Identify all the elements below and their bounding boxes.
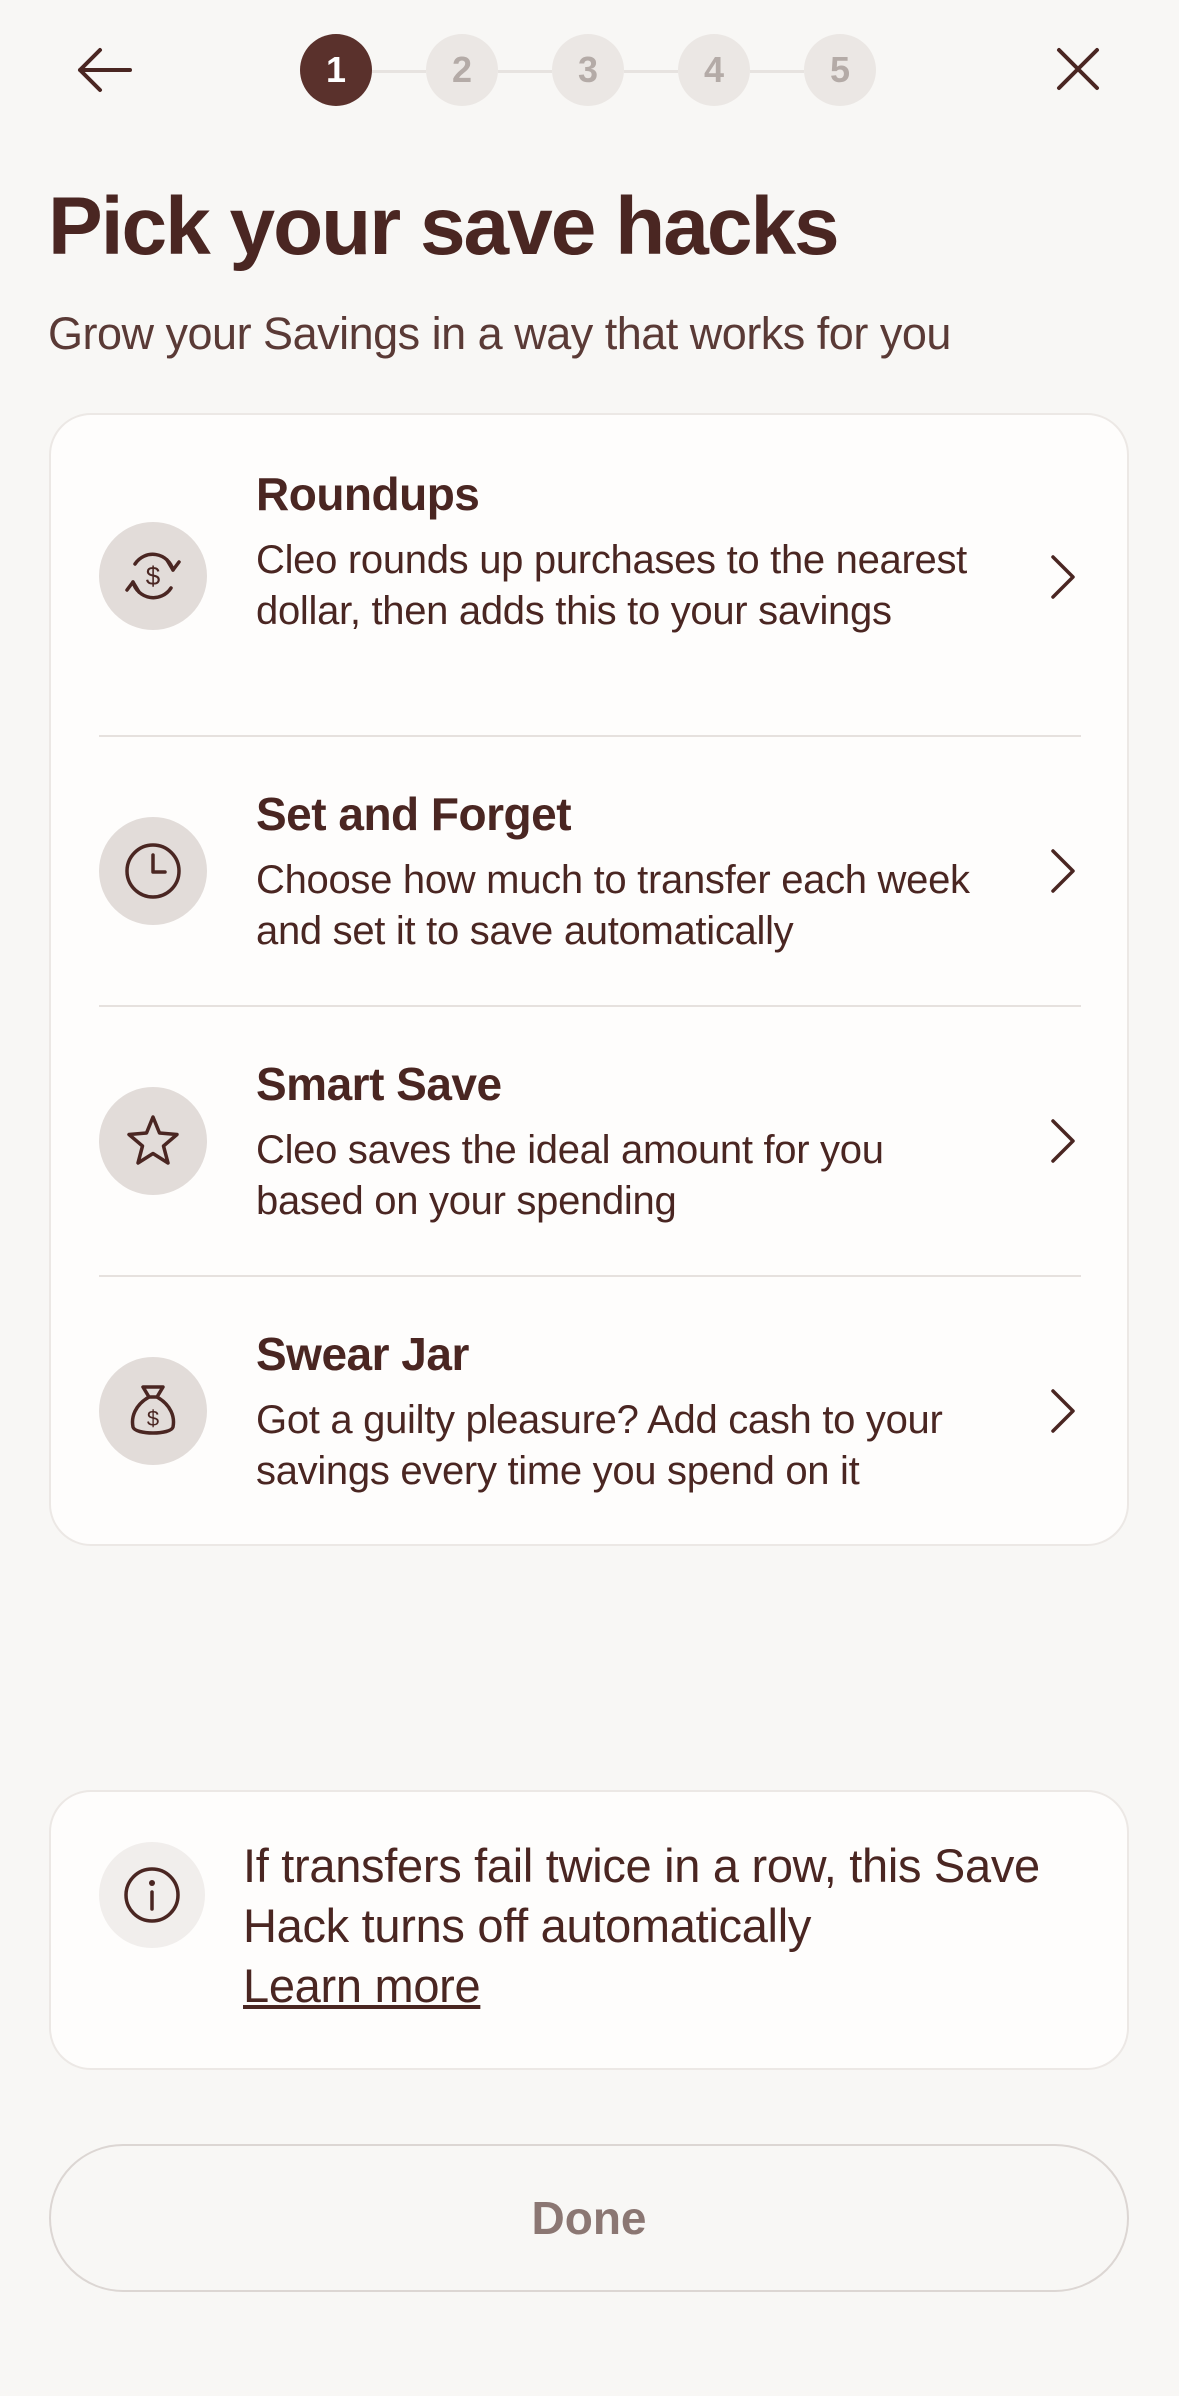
step-1: 1 <box>300 34 372 106</box>
top-bar: 1 2 3 4 5 <box>0 0 1179 145</box>
svg-text:$: $ <box>146 561 161 591</box>
info-message: If transfers fail twice in a row, this S… <box>243 1836 1073 2016</box>
hack-title: Swear Jar <box>256 1328 469 1380</box>
chevron-right-icon <box>1051 849 1075 893</box>
page-subtitle: Grow your Savings in a way that works fo… <box>48 308 951 359</box>
learn-more-link[interactable]: Learn more <box>243 1959 481 2012</box>
dollar-refresh-icon: $ <box>99 522 207 630</box>
svg-text:$: $ <box>147 1406 159 1431</box>
step-5: 5 <box>804 34 876 106</box>
step-connector <box>498 70 552 73</box>
done-button[interactable]: Done <box>49 2144 1129 2292</box>
star-icon <box>99 1087 207 1195</box>
hack-item-roundups[interactable]: $ Roundups Cleo rounds up purchases to t… <box>51 415 1131 735</box>
step-connector <box>372 70 426 73</box>
hack-title: Smart Save <box>256 1058 502 1110</box>
progress-stepper: 1 2 3 4 5 <box>300 34 880 106</box>
hack-item-set-and-forget[interactable]: Set and Forget Choose how much to transf… <box>51 737 1131 1005</box>
info-icon <box>99 1842 205 1948</box>
money-bag-icon: $ <box>99 1357 207 1465</box>
hack-title: Roundups <box>256 468 480 520</box>
hack-description: Cleo rounds up purchases to the nearest … <box>256 538 967 633</box>
save-hacks-list: $ Roundups Cleo rounds up purchases to t… <box>49 413 1129 1546</box>
hack-title: Set and Forget <box>256 788 572 840</box>
chevron-right-icon <box>1051 555 1075 599</box>
arrow-left-icon <box>78 48 132 92</box>
chevron-right-icon <box>1051 1389 1075 1433</box>
back-button[interactable] <box>70 40 140 100</box>
chevron-right-icon <box>1051 1119 1075 1163</box>
close-button[interactable] <box>1045 40 1110 100</box>
hack-item-swear-jar[interactable]: $ Swear Jar Got a guilty pleasure? Add c… <box>51 1277 1131 1545</box>
close-icon <box>1057 48 1099 90</box>
step-connector <box>750 70 804 73</box>
hack-description: Cleo saves the ideal amount for you base… <box>256 1128 884 1223</box>
hack-item-smart-save[interactable]: Smart Save Cleo saves the ideal amount f… <box>51 1007 1131 1275</box>
hack-description: Choose how much to transfer each week an… <box>256 858 970 953</box>
info-notice: If transfers fail twice in a row, this S… <box>49 1790 1129 2070</box>
step-2: 2 <box>426 34 498 106</box>
step-4: 4 <box>678 34 750 106</box>
info-text: If transfers fail twice in a row, this S… <box>243 1839 1040 1952</box>
hack-description: Got a guilty pleasure? Add cash to your … <box>256 1398 943 1493</box>
step-3: 3 <box>552 34 624 106</box>
page-title: Pick your save hacks <box>48 181 840 272</box>
step-connector <box>624 70 678 73</box>
clock-icon <box>99 817 207 925</box>
